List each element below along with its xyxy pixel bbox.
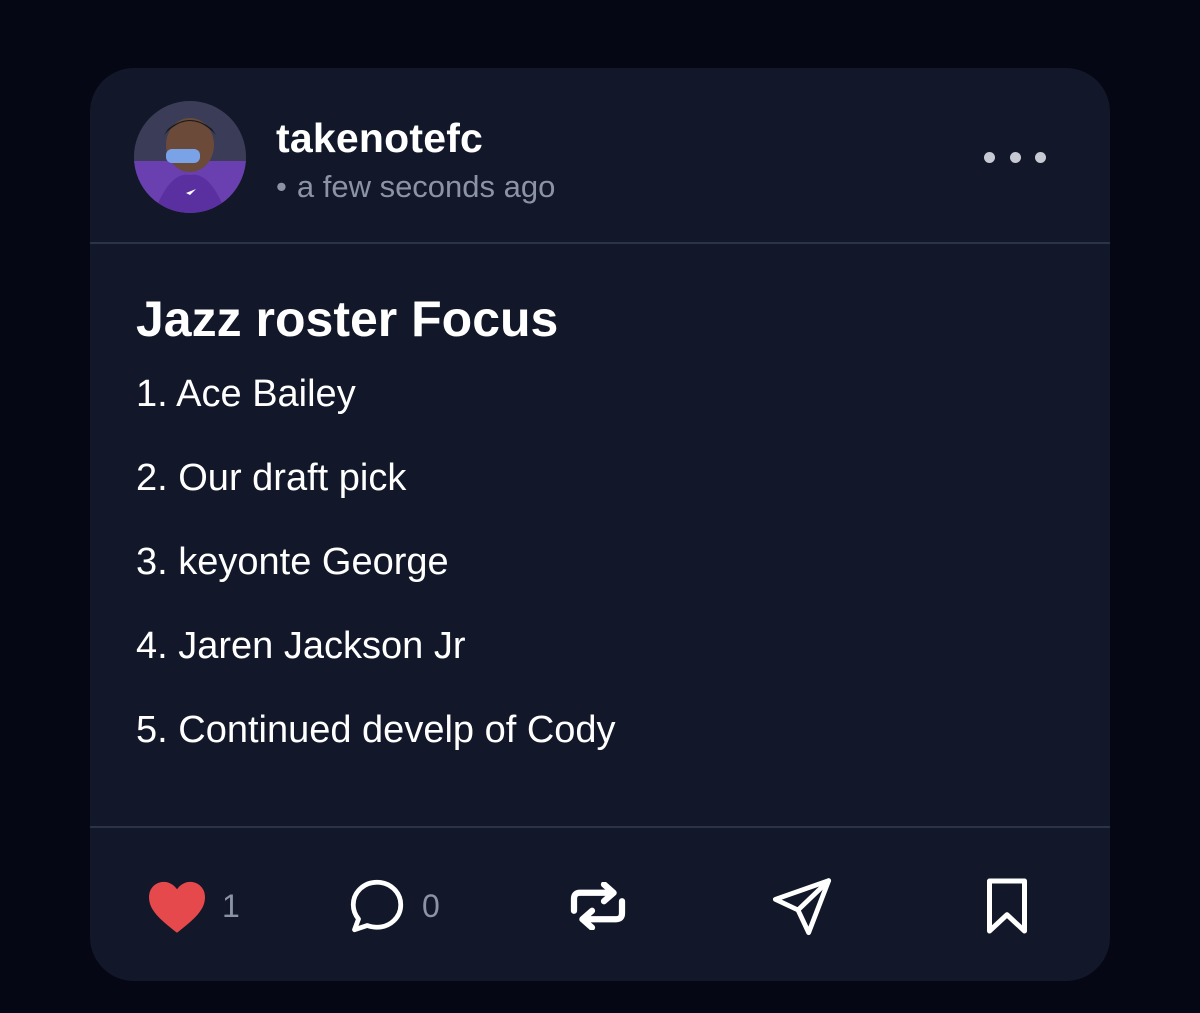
- list-item: 4. Jaren Jackson Jr: [136, 625, 466, 667]
- share-button[interactable]: [770, 876, 834, 936]
- avatar-image: [134, 101, 246, 213]
- post-card: takenotefc • a few seconds ago Jazz roste…: [90, 68, 1110, 981]
- list-item: 2. Our draft pick: [136, 457, 407, 499]
- more-dot: [984, 151, 995, 163]
- list-item: 5. Continued develp of Cody: [136, 709, 616, 751]
- list-item: 1. Ace Bailey: [136, 373, 356, 415]
- more-dot: [1009, 151, 1021, 163]
- separator-dot: •: [276, 169, 287, 204]
- repost-button[interactable]: [566, 876, 630, 936]
- post-meta: • a few seconds ago: [276, 169, 555, 205]
- more-dot: [1035, 151, 1046, 163]
- send-icon: [772, 878, 832, 936]
- avatar[interactable]: [134, 101, 246, 213]
- comment-button[interactable]: 0: [346, 876, 440, 936]
- heart-icon: [149, 881, 205, 933]
- like-button[interactable]: 1: [146, 876, 240, 936]
- list-item: 3. keyonte George: [136, 541, 449, 583]
- repost-icon: [570, 882, 626, 930]
- more-options-icon[interactable]: [984, 142, 1046, 172]
- post-body: Jazz roster Focus 1. Ace Bailey 2. Our d…: [136, 286, 1076, 772]
- username[interactable]: takenotefc: [276, 115, 483, 162]
- post-title: Jazz roster Focus: [136, 291, 559, 347]
- comment-count: 0: [422, 887, 440, 924]
- bookmark-button[interactable]: [982, 876, 1032, 936]
- bookmark-icon: [987, 878, 1027, 934]
- action-bar: 1 0: [90, 828, 1110, 981]
- timestamp: a few seconds ago: [296, 169, 556, 204]
- post-header: takenotefc • a few seconds ago: [90, 68, 1110, 243]
- like-count: 1: [222, 887, 240, 924]
- comment-bubble-icon: [350, 879, 404, 933]
- header-divider: [90, 242, 1110, 244]
